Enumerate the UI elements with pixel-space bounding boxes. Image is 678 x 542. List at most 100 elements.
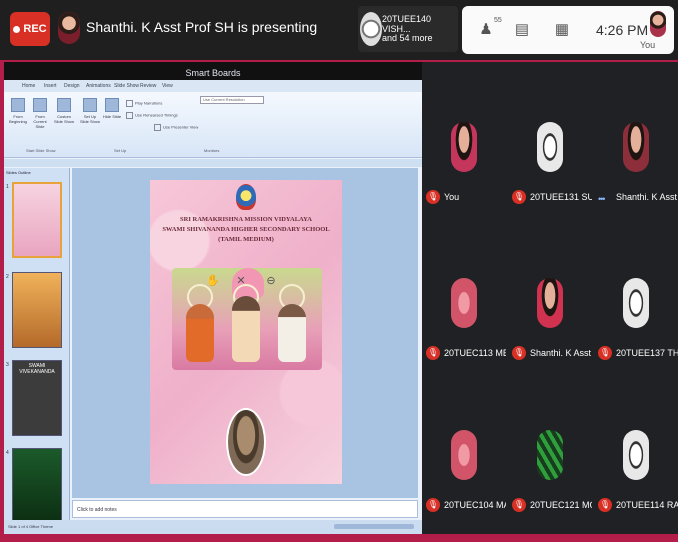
participant-name: Shanthi. K Asst ... [530, 348, 592, 358]
mic-off-icon: 🎙 [512, 346, 526, 360]
meeting-clock: 4:26 PM [596, 22, 649, 38]
mic-off-icon: 🎙 [598, 498, 612, 512]
participant-name: 20TUEE114 RAV... [616, 500, 678, 510]
minus-icon[interactable]: ⊖ [266, 274, 276, 294]
speaking-indicator-icon: ••• [598, 194, 606, 204]
hide-slide-button[interactable]: Hide Slide [102, 98, 122, 119]
tab-design[interactable]: Design [64, 83, 80, 89]
from-current-slide-button[interactable]: From Current Slide [30, 98, 50, 129]
participant-tile[interactable]: 🎙 Shanthi. K Asst ... [508, 270, 594, 382]
school-emblem [236, 184, 256, 210]
participant-name: 20TUEC121 MO... [530, 500, 592, 510]
participant-avatar [451, 122, 477, 172]
slide-title-line-2: SWAMI SHIVANANDA HIGHER SECONDARY SCHOOL [162, 226, 330, 233]
participant-avatar [537, 430, 563, 480]
slide-title-line-1: SRI RAMAKRISHNA MISSION VIDYALAYA [180, 216, 312, 223]
use-presenter-view-checkbox[interactable]: Use Presenter View [154, 124, 198, 131]
participant-tile[interactable]: 🎙 You [422, 114, 508, 226]
self-avatar[interactable] [650, 11, 666, 37]
custom-slide-show-button[interactable]: Custom Slide Show [54, 98, 74, 124]
thumb-number: 3 [6, 362, 9, 368]
activities-icon[interactable]: ▦ [552, 20, 572, 40]
thumb-number: 4 [6, 450, 9, 456]
mic-off-icon: 🎙 [512, 190, 526, 204]
play-narrations-checkbox[interactable]: Play Narrations [126, 100, 162, 107]
mic-off-icon: 🎙 [426, 346, 440, 360]
participant-avatar [537, 122, 563, 172]
status-bar: Slide 1 of 4 Office Theme [4, 520, 422, 534]
slide-thumbnail-4[interactable] [12, 448, 62, 524]
participant-name: 20TUEE137 THE... [616, 348, 678, 358]
from-beginning-button[interactable]: From Beginning [8, 98, 28, 124]
tab-home[interactable]: Home [22, 83, 35, 89]
slide-thumbnail-2[interactable] [12, 272, 62, 348]
app-title: Smart Boards [185, 68, 241, 78]
people-icon[interactable]: ♟ [476, 20, 496, 40]
participant-tile[interactable]: 🎙 20TUEE131 SUN... [508, 114, 594, 226]
group-label-setup: Set Up [114, 148, 127, 153]
slide-thumbnail-3[interactable]: SWAMI VIVEKANANDA [12, 360, 62, 436]
use-rehearsed-timings-checkbox[interactable]: Use Rehearsed Timings [126, 112, 178, 119]
pointer-icon[interactable]: ✋ [206, 274, 220, 294]
participant-name: 20TUEC104 MA... [444, 500, 506, 510]
slide-photo: ✋ ✕ ⊖ [172, 268, 322, 370]
mini-tile-more: and 54 more [382, 33, 433, 43]
recording-badge[interactable]: REC [10, 12, 50, 46]
record-dot-icon [13, 25, 21, 33]
thumb-number: 1 [6, 184, 9, 190]
participant-tile[interactable]: 🎙 20TUEE137 THE... [594, 270, 678, 382]
participant-name: 20TUEE131 SUN... [530, 192, 592, 202]
chat-icon[interactable]: ▤ [512, 20, 532, 40]
panel-tabs[interactable]: Slides Outline [6, 170, 31, 175]
zoom-slider[interactable] [334, 524, 414, 529]
figure-center [232, 296, 260, 362]
powerpoint-window: Home Insert Design Animations Slide Show… [4, 80, 422, 534]
participant-avatar [451, 430, 477, 480]
participant-logo-avatar [360, 12, 382, 46]
status-text: Slide 1 of 4 Office Theme [8, 524, 53, 529]
mini-tile-name: 20TUEE140 VISH... [382, 14, 432, 34]
mic-off-icon: 🎙 [512, 498, 526, 512]
portrait-circle [226, 408, 266, 476]
meeting-top-bar: REC Shanthi. K Asst Prof SH is presentin… [0, 0, 678, 60]
participant-tile[interactable]: 🎙 20TUEC113 ME... [422, 270, 508, 382]
participant-name: 20TUEC113 ME... [444, 348, 506, 358]
group-label-monitors: Monitors [204, 148, 220, 153]
notes-pane[interactable]: Click to add notes [72, 500, 418, 518]
participant-name: You [444, 192, 460, 202]
participant-tile[interactable]: 🎙 20TUEC121 MO... [508, 422, 594, 534]
people-count: 55 [494, 17, 502, 24]
participant-tile[interactable]: 🎙 20TUEE114 RAV... [594, 422, 678, 534]
slide-title-line-3: (TAMIL MEDIUM) [218, 236, 274, 243]
participant-avatar [451, 278, 477, 328]
participant-name: Shanthi. K Asst ... [616, 192, 678, 202]
meeting-controls: ♟ 55 ▤ ▦ 4:26 PM You [462, 6, 674, 54]
participant-tile[interactable]: 🎙 20TUEC104 MA... [422, 422, 508, 534]
figure-right [278, 304, 306, 362]
tab-insert[interactable]: Insert [44, 83, 57, 89]
participant-grid: 🎙 You 🎙 20TUEE131 SUN... ••• Shanthi. K … [422, 62, 678, 534]
pen-off-icon[interactable]: ✕ [236, 274, 246, 294]
participant-mini-tile[interactable]: 20TUEE140 VISH... and 54 more [358, 6, 458, 52]
tab-view[interactable]: View [162, 83, 173, 89]
tab-slide-show[interactable]: Slide Show [114, 83, 139, 89]
resolution-select[interactable]: Use Current Resolution [200, 96, 264, 104]
set-up-slide-show-button[interactable]: Set Up Slide Show [80, 98, 100, 124]
mic-off-icon: 🎙 [598, 346, 612, 360]
participant-avatar [623, 278, 649, 328]
thumbnail-title: SWAMI VIVEKANANDA [19, 363, 55, 375]
slide-thumbnail-1[interactable] [12, 182, 62, 258]
ribbon: From Beginning From Current Slide Custom… [4, 92, 422, 158]
mic-off-icon: 🎙 [426, 190, 440, 204]
current-slide[interactable]: SRI RAMAKRISHNA MISSION VIDYALAYA SWAMI … [150, 180, 342, 484]
slide-edit-area: SRI RAMAKRISHNA MISSION VIDYALAYA SWAMI … [72, 168, 418, 498]
tab-animations[interactable]: Animations [86, 83, 111, 89]
group-label-start: Start Slide Show [26, 148, 56, 153]
participant-tile[interactable]: ••• Shanthi. K Asst ... [594, 114, 678, 226]
tab-review[interactable]: Review [140, 83, 156, 89]
figure-left [186, 304, 214, 362]
participant-avatar [623, 122, 649, 172]
recording-label: REC [23, 23, 47, 35]
thumb-number: 2 [6, 274, 9, 280]
presenting-text: Shanthi. K Asst Prof SH is presenting [86, 19, 318, 35]
